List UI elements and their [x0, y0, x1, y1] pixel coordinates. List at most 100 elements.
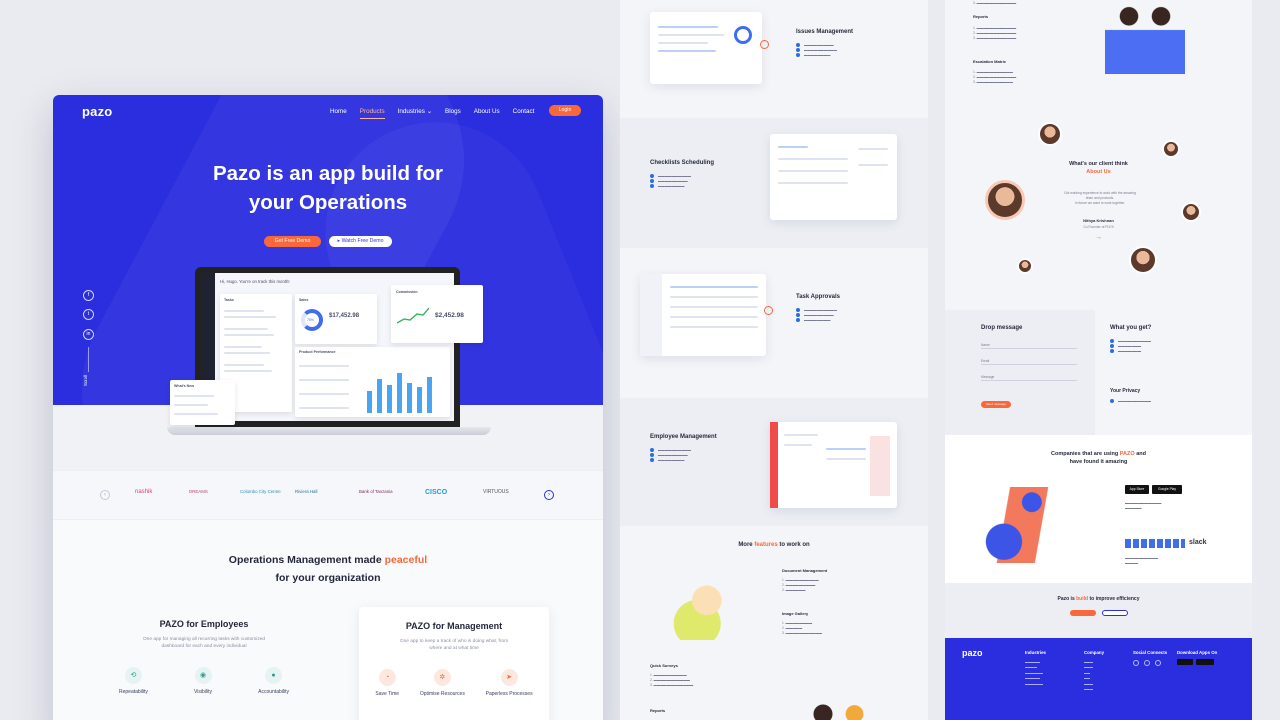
companies-desc: ▬▬▬▬▬▬▬▬▬▬▬ ▬▬▬▬▬	[1125, 501, 1162, 510]
email-field[interactable]: Email	[981, 359, 1077, 365]
commission-value: $2,452.98	[435, 312, 464, 319]
client-avatar[interactable]	[1181, 202, 1201, 222]
checklists-mockup	[770, 134, 897, 220]
arrow-right-icon[interactable]: →	[1095, 234, 1102, 241]
testimonial-line: team and products.	[1085, 196, 1115, 200]
slack-logo: slack	[1189, 539, 1207, 546]
footer: pazo Industries ▬▬▬▬▬ ▬▬▬▬ ▬▬▬▬▬▬ ▬▬▬▬▬ ▬▬▬▬…	[945, 638, 1252, 720]
more-features-strip: More features to work on Document Manage…	[620, 526, 928, 720]
client-title: What's our client think	[1069, 161, 1128, 167]
employees-block: PAZO for Employees One app for managing …	[119, 615, 289, 695]
perf-bar	[377, 379, 382, 413]
send-icon: ➤	[500, 669, 518, 686]
feature-optimise: ✲ Optimise Resources	[420, 669, 465, 697]
client-avatar[interactable]	[1129, 246, 1157, 274]
linkedin-icon[interactable]	[1155, 660, 1161, 666]
integration-desc: ▬▬▬▬▬▬▬▬▬▬ ▬▬▬▬	[1125, 556, 1158, 565]
testimonial-text: Got working experience to work with the …	[1045, 191, 1155, 206]
contact-form: Drop message Name Email Message Send mes…	[945, 310, 1095, 435]
employee-heading: Employee Management	[650, 434, 717, 440]
commission-title: Commission	[396, 290, 418, 294]
operations-section: Operations Management made peaceful for …	[53, 520, 603, 720]
more-features-title: More features to work on	[620, 542, 928, 548]
footer-app-store[interactable]	[1177, 659, 1193, 665]
client-accent: About Us	[1086, 169, 1111, 175]
nav-industries[interactable]: Industries ⌄	[398, 108, 432, 119]
performance-bars	[365, 367, 445, 413]
nav-industries-label: Industries	[397, 108, 425, 115]
laptop-base	[167, 427, 491, 435]
footer-company-links[interactable]: ▬▬▬ ▬▬▬ ▬▬ ▬▬ ▬▬▬ ▬▬▬	[1084, 660, 1093, 692]
employees-desc-2: dashboard for each and every individual	[161, 644, 247, 649]
footer-google-play[interactable]	[1196, 659, 1214, 665]
name-field[interactable]: Name	[981, 343, 1077, 349]
feature-label: Paperless Processes	[485, 691, 533, 697]
more-accent: features	[754, 542, 778, 548]
escalation-heading: Escalation Matrix	[973, 59, 1006, 64]
message-field[interactable]: Message	[981, 375, 1077, 381]
app-store-badge[interactable]: App Store	[1125, 485, 1149, 494]
landing-page-features: Issues Management ▬▬▬▬▬▬▬▬▬ ▬▬▬▬▬▬▬▬▬▬ ▬▬▬…	[620, 0, 928, 720]
reports-heading: Reports	[650, 708, 666, 713]
client-avatar-large[interactable]	[985, 180, 1025, 220]
landing-page-main: pazo Home Products Industries ⌄ Blogs Ab…	[53, 95, 603, 720]
checklists-strip: Checklists Scheduling ▬▬▬▬▬▬▬▬▬▬ ▬▬▬▬▬▬▬▬…	[620, 118, 928, 248]
sales-card: Sales 75% $17,452.98	[295, 294, 377, 344]
performance-title: Product Performance	[299, 350, 336, 354]
send-button[interactable]: Send message	[981, 401, 1011, 408]
footer-industries-links[interactable]: ▬▬▬▬▬ ▬▬▬▬ ▬▬▬▬▬▬ ▬▬▬▬▬ ▬▬▬▬▬▬	[1025, 660, 1043, 687]
issues-mockup	[650, 12, 762, 84]
feature-label: Accountability	[258, 689, 289, 695]
integration-icons	[1125, 539, 1185, 548]
linkedin-icon[interactable]: in	[83, 329, 94, 340]
improve-watch-button[interactable]	[1102, 610, 1128, 616]
gallery-bullets: 1. ▬▬▬▬▬▬▬▬ 2. ▬▬▬▬▬ 3. ▬▬▬▬▬▬▬▬▬▬▬	[782, 621, 822, 635]
employees-desc-1: One app for managing all recurring tasks…	[142, 637, 266, 642]
nav-products[interactable]: Products	[359, 108, 385, 119]
doc-bullets: 1. ▬▬▬▬▬▬▬▬▬▬ 2. ▬▬▬▬▬▬▬▬▬ 3. ▬▬▬▬▬▬	[782, 578, 819, 592]
perf-bar	[407, 383, 412, 413]
testimonial-line: Got working experience to work with the …	[1064, 191, 1136, 195]
nav-home[interactable]: Home	[330, 108, 347, 119]
facebook-icon[interactable]	[1133, 660, 1139, 666]
drop-heading: Drop message	[981, 325, 1023, 331]
improve-demo-button[interactable]	[1070, 610, 1096, 616]
watch-demo-button[interactable]: ▸ Watch Free Demo	[329, 236, 392, 247]
footer-logo[interactable]: pazo	[962, 648, 983, 658]
companies-accent: PAZO	[1119, 451, 1135, 457]
footer-industries: Industries	[1025, 650, 1046, 655]
client-avatar[interactable]	[1162, 140, 1180, 158]
dashboard-illustration	[981, 487, 1063, 563]
feature-save-time: ◔ Save Time	[375, 669, 399, 697]
improve-title: Pazo is build to improve efficiency	[945, 596, 1252, 602]
chevron-right-icon[interactable]: ›	[544, 490, 554, 500]
google-play-badge[interactable]: Google Play	[1152, 485, 1182, 494]
twitter-icon[interactable]	[1144, 660, 1150, 666]
nav-blogs[interactable]: Blogs	[445, 108, 461, 119]
twitter-icon[interactable]: t	[83, 309, 94, 320]
partner-logo: Bank of Tanzania	[359, 489, 393, 494]
feature-label: Visibility	[194, 689, 212, 695]
testimonial-line: In future we want to work together.	[1074, 201, 1126, 205]
nav-contact[interactable]: Contact	[513, 108, 535, 119]
facebook-icon[interactable]: f	[83, 290, 94, 301]
team-illustration	[796, 696, 886, 720]
product-performance-card: Product Performance	[295, 347, 450, 417]
login-button[interactable]: Login	[549, 105, 581, 116]
ops-title-text: Operations Management made	[228, 554, 382, 566]
client-role: Co-Founder of PLEX	[1083, 225, 1114, 229]
companies-strip: Companies that are using PAZO and have f…	[945, 435, 1252, 583]
client-avatar[interactable]	[1038, 122, 1062, 146]
companies-text: Companies that are using	[1051, 451, 1119, 457]
logo[interactable]: pazo	[82, 104, 112, 119]
commission-sparkline	[397, 307, 429, 324]
client-avatar[interactable]	[1017, 258, 1033, 274]
nav-about[interactable]: About Us	[474, 108, 500, 119]
scroll-line	[88, 347, 89, 372]
improve-1: Pazo is	[1057, 596, 1075, 602]
sales-value: $17,452.98	[329, 313, 360, 319]
get-demo-button[interactable]: Get Free Demo	[264, 236, 321, 247]
what-you-get-heading: What you get?	[1110, 325, 1152, 331]
companies-title-1: Companies that are using PAZO and	[945, 451, 1252, 457]
chevron-left-icon[interactable]: ‹	[100, 490, 110, 500]
